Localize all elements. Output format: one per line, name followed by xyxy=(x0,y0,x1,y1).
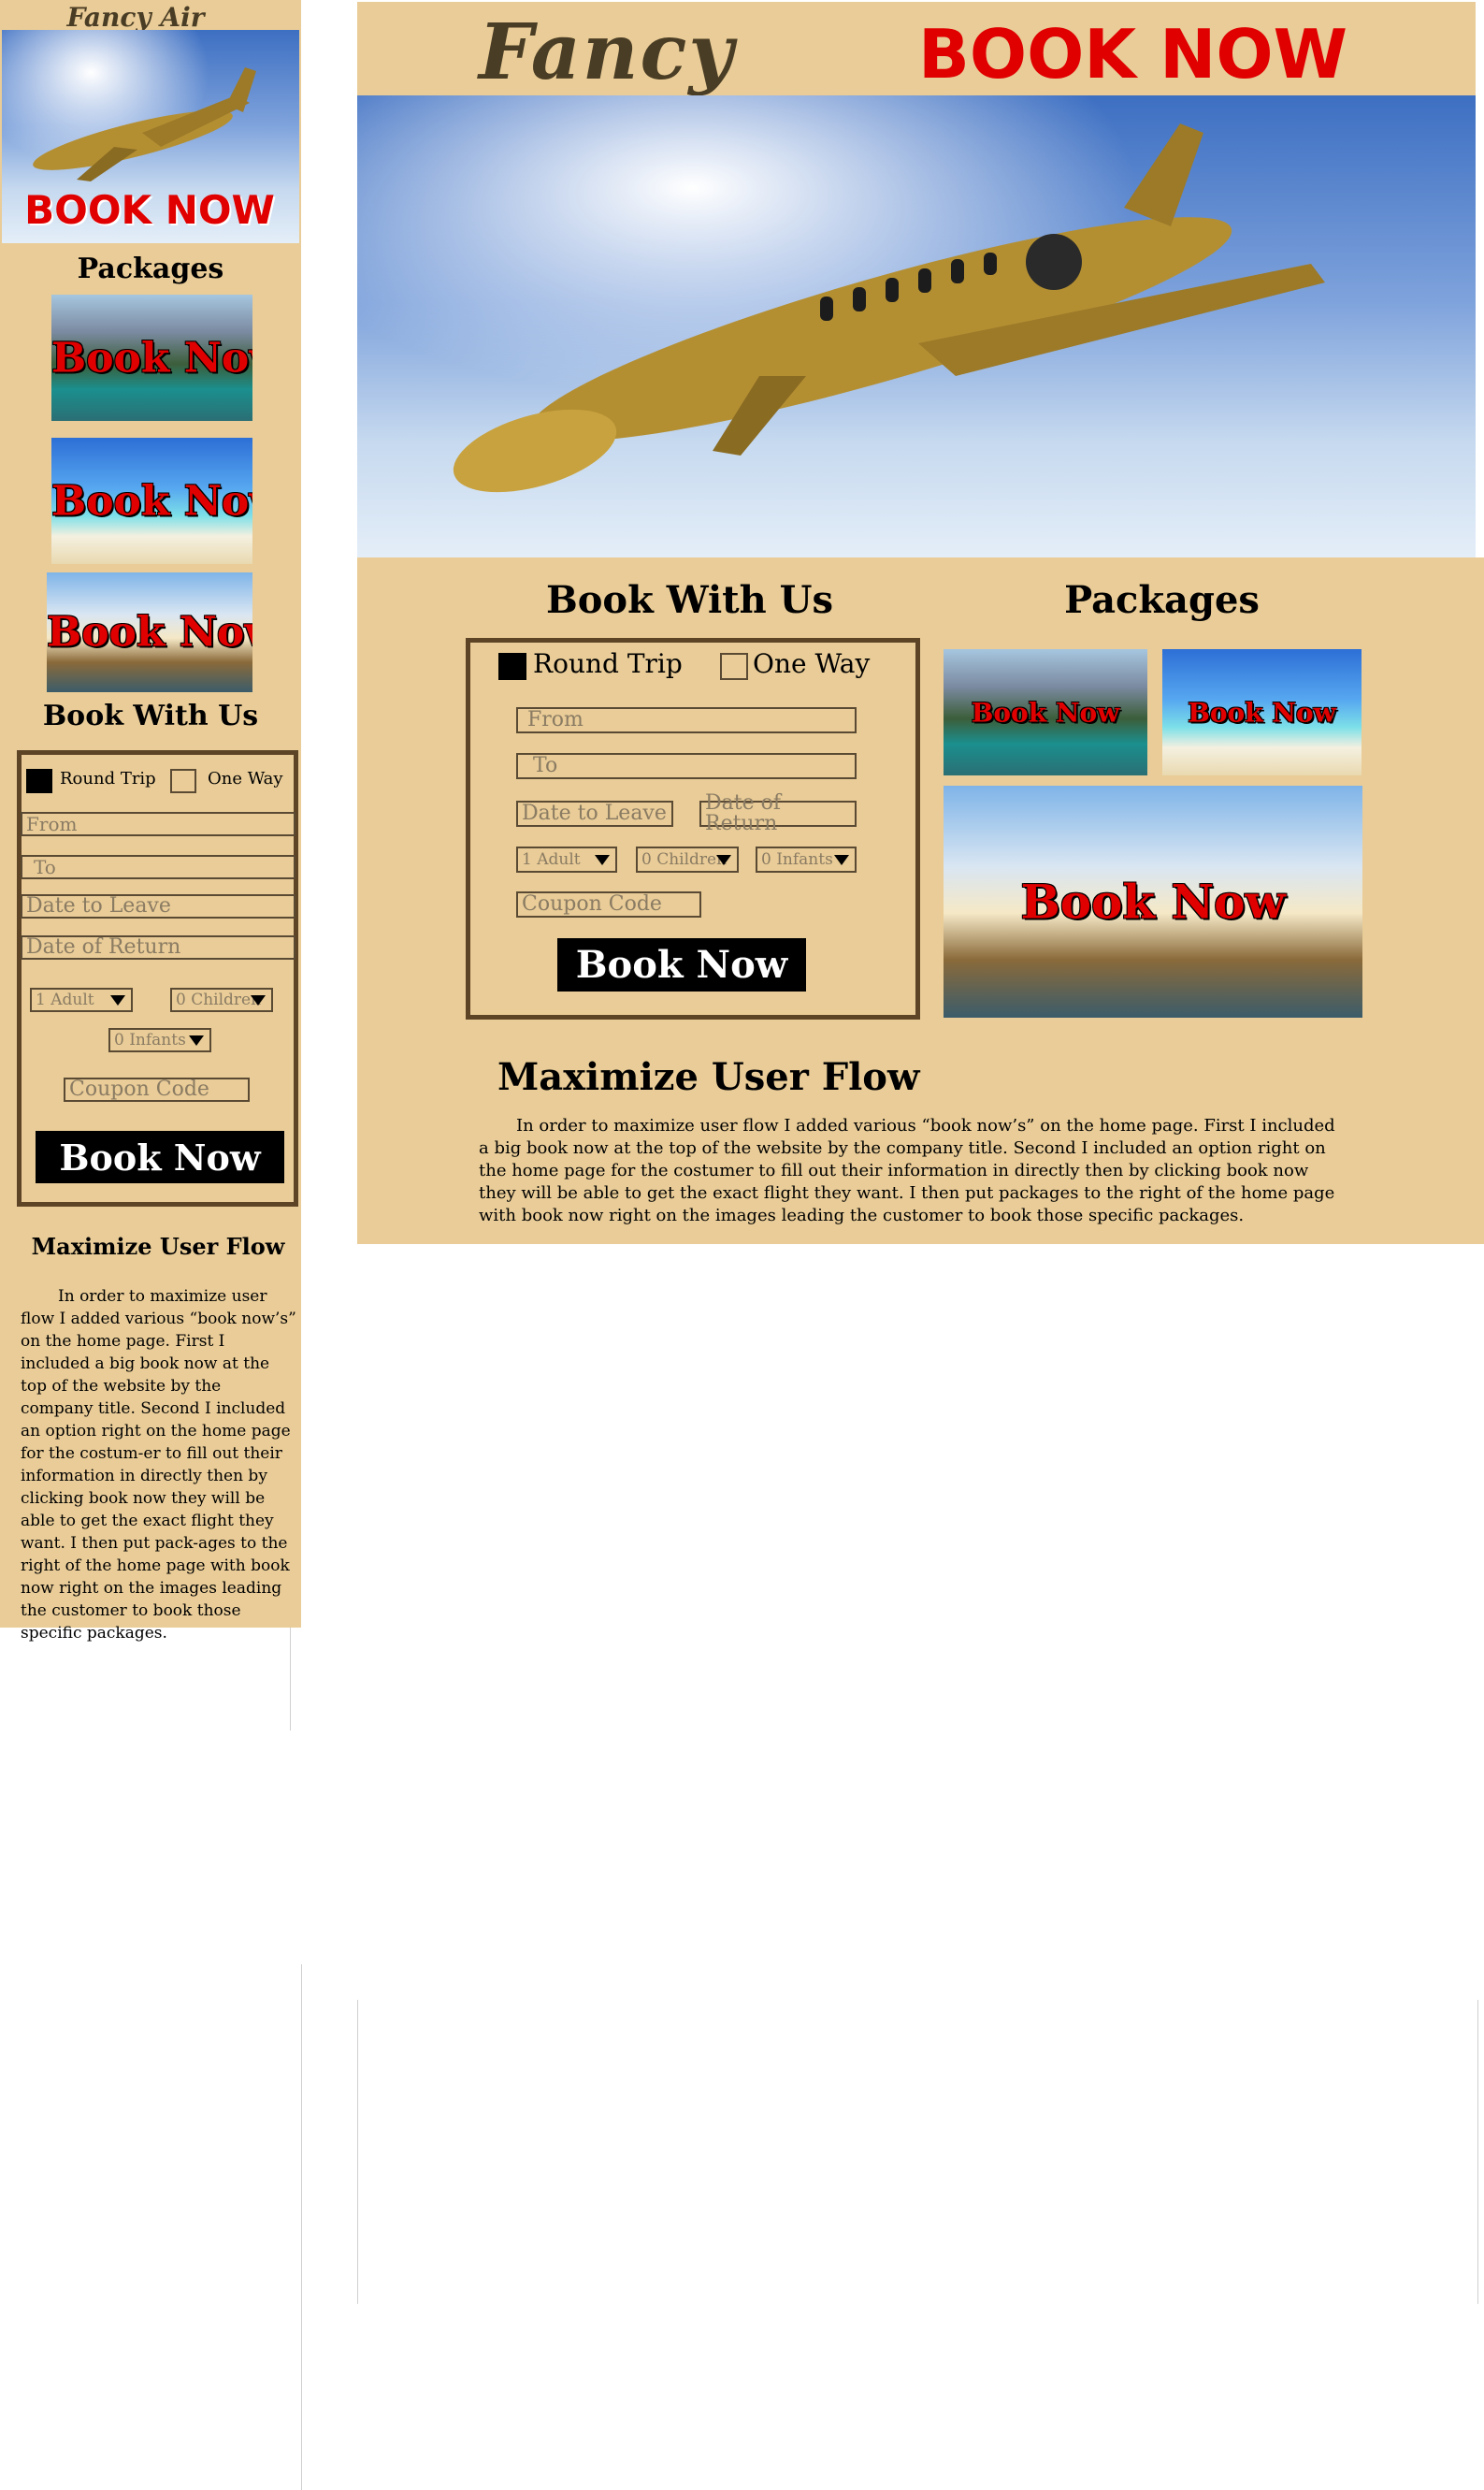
mobile-package-paris-cta[interactable]: Book Now xyxy=(47,609,252,657)
mobile-one-way-label: One Way xyxy=(208,769,283,789)
desktop-package-beach-cta[interactable]: Book Now xyxy=(1162,697,1362,728)
desktop-return-date-input[interactable]: Date of Return xyxy=(699,793,857,834)
desktop-coupon-input[interactable]: Coupon Code xyxy=(516,891,701,918)
desktop-package-mountain[interactable]: Book Now xyxy=(944,649,1147,775)
desktop-flow-body: In order to maximize user flow I added v… xyxy=(479,1116,1335,1225)
mobile-package-beach[interactable]: Book Now xyxy=(51,438,252,564)
desktop-from-input[interactable]: From xyxy=(516,707,857,733)
mobile-adults-value: 1 Adult xyxy=(36,990,94,1009)
mobile-package-beach-cta[interactable]: Book Now xyxy=(51,477,252,525)
desktop-package-paris-cta[interactable]: Book Now xyxy=(944,875,1362,930)
mobile-infants-value: 0 Infants xyxy=(114,1030,186,1050)
mobile-hero-book-now[interactable]: BOOK NOW xyxy=(23,187,276,233)
mobile-coupon-input[interactable]: Coupon Code xyxy=(64,1078,250,1102)
mobile-package-mountain[interactable]: Book Now xyxy=(51,295,252,421)
desktop-header-book-now[interactable]: BOOK NOW xyxy=(918,15,1358,94)
chevron-down-icon xyxy=(251,995,266,1006)
desktop-adults-value: 1 Adult xyxy=(522,849,581,869)
mobile-leave-date-input[interactable]: Date to Leave xyxy=(21,894,295,919)
desktop-leave-date-input[interactable]: Date to Leave xyxy=(516,801,673,827)
mobile-round-trip-checkbox[interactable] xyxy=(26,769,52,793)
desktop-infants-value: 0 Infants xyxy=(761,849,833,869)
mobile-adults-select[interactable]: 1 Adult xyxy=(30,988,133,1012)
desktop-packages-title: Packages xyxy=(1064,578,1260,622)
mobile-frame-line-right xyxy=(301,1964,302,2490)
chevron-down-icon xyxy=(189,1035,204,1046)
mobile-round-trip-label: Round Trip xyxy=(60,769,156,789)
mobile-children-select[interactable]: 0 Children xyxy=(170,988,273,1012)
mobile-children-value: 0 Children xyxy=(176,990,262,1009)
mobile-booking-title: Book With Us xyxy=(42,700,259,732)
mobile-package-mountain-cta[interactable]: Book Now xyxy=(51,334,252,382)
mobile-frame-line-left xyxy=(290,1628,291,1730)
mobile-from-input[interactable]: From xyxy=(21,812,295,836)
mobile-flow-title: Maximize User Flow xyxy=(31,1233,285,1260)
mobile-infants-select[interactable]: 0 Infants xyxy=(108,1028,211,1052)
chevron-down-icon xyxy=(110,995,125,1006)
desktop-booking-title: Book With Us xyxy=(545,578,834,622)
desktop-flow-title: Maximize User Flow xyxy=(497,1055,920,1099)
desktop-book-now-button[interactable]: Book Now xyxy=(557,938,806,992)
mobile-to-input[interactable]: To xyxy=(21,855,295,879)
desktop-one-way-checkbox[interactable] xyxy=(720,653,748,680)
mobile-packages-title: Packages xyxy=(77,253,224,285)
desktop-adults-select[interactable]: 1 Adult xyxy=(516,847,617,873)
desktop-package-paris[interactable]: Book Now xyxy=(944,786,1362,1018)
desktop-to-input[interactable]: To xyxy=(516,753,857,779)
mobile-book-now-button[interactable]: Book Now xyxy=(36,1131,284,1183)
desktop-round-trip-checkbox[interactable] xyxy=(498,653,526,680)
chevron-down-icon xyxy=(716,855,731,865)
desktop-package-beach[interactable]: Book Now xyxy=(1162,649,1362,775)
desktop-children-value: 0 Children xyxy=(641,849,728,869)
desktop-round-trip-label: Round Trip xyxy=(533,648,683,679)
mobile-package-paris[interactable]: Book Now xyxy=(47,572,252,692)
desktop-package-mountain-cta[interactable]: Book Now xyxy=(944,697,1147,728)
mobile-flow-body: In order to maximize user flow I added v… xyxy=(21,1287,296,1643)
desktop-infants-select[interactable]: 0 Infants xyxy=(756,847,857,873)
mobile-one-way-checkbox[interactable] xyxy=(170,769,196,793)
desktop-frame-line-left xyxy=(357,2000,358,2304)
jet-icon xyxy=(453,123,1325,493)
desktop-children-select[interactable]: 0 Children xyxy=(636,847,739,873)
desktop-frame-line-right xyxy=(1477,2000,1478,2304)
desktop-hero-image xyxy=(357,95,1476,557)
mobile-brand[interactable]: Fancy Air xyxy=(0,2,271,33)
mobile-return-date-input[interactable]: Date of Return xyxy=(21,935,295,960)
chevron-down-icon xyxy=(595,855,610,865)
desktop-one-way-label: One Way xyxy=(753,648,871,679)
chevron-down-icon xyxy=(834,855,849,865)
